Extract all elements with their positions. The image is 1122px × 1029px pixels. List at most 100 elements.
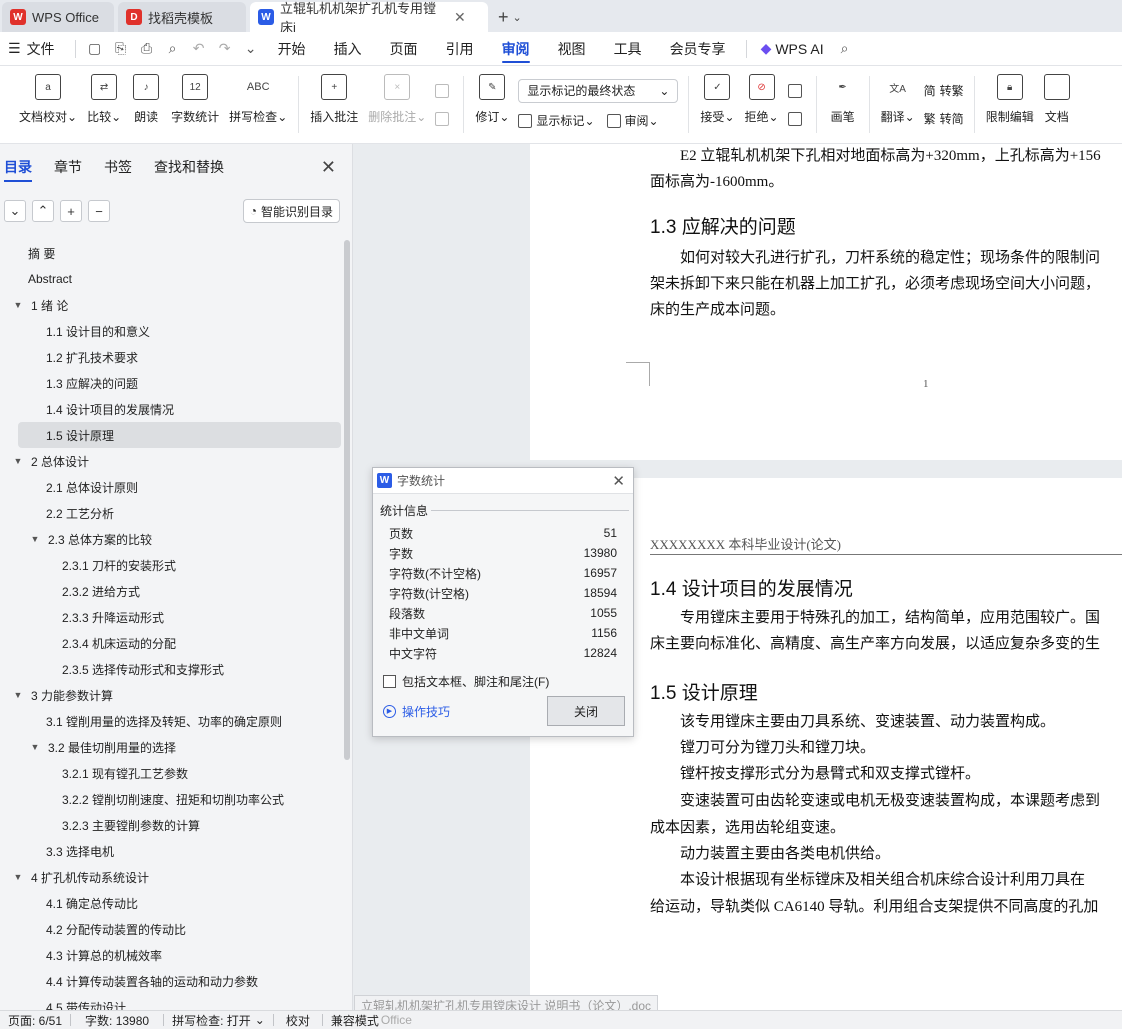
- collapse-arrow-icon[interactable]: ▼: [28, 742, 42, 752]
- toc-item[interactable]: ▼ 3 力能参数计算: [0, 682, 345, 708]
- new-tab-icon[interactable]: + ⌄: [498, 2, 522, 32]
- include-textbox-checkbox[interactable]: 包括文本框、脚注和尾注(F): [373, 663, 633, 690]
- menu-tools[interactable]: 工具: [600, 32, 656, 66]
- close-icon[interactable]: ✕: [612, 472, 625, 490]
- proofread-indicator[interactable]: 校对: [274, 1012, 322, 1029]
- tab-document[interactable]: W 立辊轧机机架扩孔机专用镗床i ✕: [250, 1, 488, 35]
- collapse-arrow-icon[interactable]: ▼: [11, 690, 25, 700]
- toc-item[interactable]: 3.2.3 主要镗削参数的计算: [0, 812, 345, 838]
- tab-toc[interactable]: 目录: [4, 144, 32, 190]
- checkbox-box[interactable]: [383, 675, 396, 688]
- collapse-arrow-icon[interactable]: ▼: [11, 300, 25, 310]
- insert-comment-button[interactable]: + 插入批注: [305, 66, 363, 143]
- undo-icon[interactable]: ↶: [186, 32, 212, 66]
- toc-item[interactable]: 4.1 确定总传动比: [0, 890, 345, 916]
- toc-item[interactable]: 2.3.1 刀杆的安装形式: [0, 552, 345, 578]
- toc-item[interactable]: Abstract: [0, 266, 345, 292]
- print-icon[interactable]: ⎙: [134, 32, 160, 66]
- add-heading-icon[interactable]: +: [60, 200, 82, 222]
- tab-find-replace[interactable]: 查找和替换: [154, 144, 224, 190]
- toc-item[interactable]: ▼ 2 总体设计: [0, 448, 345, 474]
- translate-button[interactable]: 文A 翻译⌄: [876, 66, 920, 143]
- page-indicator[interactable]: 页面: 6/51: [0, 1012, 70, 1029]
- spell-check-indicator[interactable]: 拼写检查: 打开 ⌄: [164, 1012, 273, 1029]
- redo-icon[interactable]: ↷: [212, 32, 238, 66]
- toc-item[interactable]: 摘 要: [0, 240, 345, 266]
- toc-item[interactable]: 2.3.5 选择传动形式和支撑形式: [0, 656, 345, 682]
- revise-button[interactable]: ✎ 修订⌄: [470, 66, 514, 143]
- toc-item[interactable]: 1.1 设计目的和意义: [0, 318, 345, 344]
- dialog-titlebar[interactable]: W 字数统计 ✕: [373, 468, 633, 494]
- compare-button[interactable]: ⇄ 比较⌄: [82, 66, 126, 143]
- menu-review[interactable]: 审阅: [488, 32, 544, 66]
- close-pane-icon[interactable]: ✕: [321, 157, 336, 178]
- restrict-edit-button[interactable]: 🔒︎ 限制编辑: [981, 66, 1039, 143]
- print-preview-icon[interactable]: ⌕: [160, 32, 186, 66]
- toc-item[interactable]: 1.2 扩孔技术要求: [0, 344, 345, 370]
- document-rights-button[interactable]: 文档: [1039, 66, 1075, 143]
- toc-item[interactable]: 2.2 工艺分析: [0, 500, 345, 526]
- toc-item[interactable]: 1.4 设计项目的发展情况: [0, 396, 345, 422]
- remove-heading-icon[interactable]: −: [88, 200, 110, 222]
- toc-item[interactable]: 2.3.4 机床运动的分配: [0, 630, 345, 656]
- review-pane-button[interactable]: 审阅 ⌄: [606, 111, 659, 131]
- collapse-arrow-icon[interactable]: ▼: [28, 534, 42, 544]
- prev-change-button[interactable]: [787, 81, 806, 101]
- menu-start[interactable]: 开始: [264, 32, 320, 66]
- toc-item[interactable]: 4.4 计算传动装置各轴的运动和动力参数: [0, 968, 345, 994]
- toc-item[interactable]: 3.1 镗削用量的选择及转矩、功率的确定原则: [0, 708, 345, 734]
- toc-item[interactable]: 1.5 设计原理: [18, 422, 341, 448]
- toc-item[interactable]: 1.3 应解决的问题: [0, 370, 345, 396]
- close-button[interactable]: 关闭: [547, 696, 625, 726]
- accept-button[interactable]: ✓ 接受⌄: [695, 66, 739, 143]
- prev-comment-button[interactable]: [435, 81, 453, 101]
- word-count-button[interactable]: 12 字数统计: [166, 66, 224, 143]
- markup-state-dropdown[interactable]: 显示标记的最终状态 ⌄: [518, 78, 679, 103]
- collapse-arrow-icon[interactable]: ▼: [11, 456, 25, 466]
- toc-item[interactable]: 3.2.1 现有镗孔工艺参数: [0, 760, 345, 786]
- toc-item[interactable]: 2.1 总体设计原则: [0, 474, 345, 500]
- tab-bookmarks[interactable]: 书签: [104, 144, 132, 190]
- save-icon[interactable]: ▢: [82, 32, 108, 66]
- spell-check-button[interactable]: ABC 拼写检查⌄: [224, 66, 292, 143]
- tab-chapters[interactable]: 章节: [54, 144, 82, 190]
- tab-template[interactable]: D 找稻壳模板: [118, 2, 246, 32]
- menu-insert[interactable]: 插入: [320, 32, 376, 66]
- file-menu[interactable]: ☰ 文件: [0, 32, 69, 66]
- tab-wps-office[interactable]: W WPS Office: [2, 2, 114, 32]
- toc-item[interactable]: 4.2 分配传动装置的传动比: [0, 916, 345, 942]
- delete-comment-button[interactable]: × 删除批注⌄: [363, 66, 431, 143]
- export-icon[interactable]: ⎘: [108, 32, 134, 66]
- toc-item[interactable]: 3.2.2 镗削切削速度、扭矩和切削功率公式: [0, 786, 345, 812]
- next-change-button[interactable]: [787, 109, 806, 129]
- toc-item[interactable]: ▼ 4 扩孔机传动系统设计: [0, 864, 345, 890]
- collapse-arrow-icon[interactable]: ▼: [11, 872, 25, 882]
- expand-all-icon[interactable]: ⌄: [4, 200, 26, 222]
- collapse-all-icon[interactable]: ⌃: [32, 200, 54, 222]
- toc-item[interactable]: ▼ 3.2 最佳切削用量的选择: [0, 734, 345, 760]
- toc-item[interactable]: 2.3.3 升降运动形式: [0, 604, 345, 630]
- read-aloud-button[interactable]: ♪ 朗读: [126, 66, 166, 143]
- to-traditional-button[interactable]: 简转繁: [924, 81, 964, 101]
- next-comment-button[interactable]: [435, 109, 453, 129]
- menu-view[interactable]: 视图: [544, 32, 600, 66]
- close-tab-icon[interactable]: ✕: [454, 9, 466, 26]
- more-chevron-icon[interactable]: ⌄: [238, 32, 264, 66]
- search-icon[interactable]: ⌕: [832, 32, 858, 66]
- toc-item[interactable]: 2.3.2 进给方式: [0, 578, 345, 604]
- pen-button[interactable]: ✒ 画笔: [823, 66, 863, 143]
- menu-member[interactable]: 会员专享: [656, 32, 740, 66]
- menu-references[interactable]: 引用: [432, 32, 488, 66]
- smart-toc-button[interactable]: ◔ 智能识别目录: [242, 199, 340, 223]
- toc-item[interactable]: 4.3 计算总的机械效率: [0, 942, 345, 968]
- toc-item[interactable]: ▼ 1 绪 论: [0, 292, 345, 318]
- proofread-button[interactable]: a 文档校对⌄: [14, 66, 82, 143]
- tips-link[interactable]: ▶ 操作技巧: [383, 703, 450, 720]
- wps-ai-button[interactable]: ◆ WPS AI: [753, 32, 832, 66]
- menu-page[interactable]: 页面: [376, 32, 432, 66]
- word-count-indicator[interactable]: 字数: 13980: [71, 1012, 163, 1029]
- toc-item[interactable]: ▼ 2.3 总体方案的比较: [0, 526, 345, 552]
- toc-scrollbar[interactable]: [344, 240, 350, 760]
- show-markup-button[interactable]: 显示标记 ⌄: [518, 111, 595, 131]
- to-simplified-button[interactable]: 繁转简: [924, 109, 964, 129]
